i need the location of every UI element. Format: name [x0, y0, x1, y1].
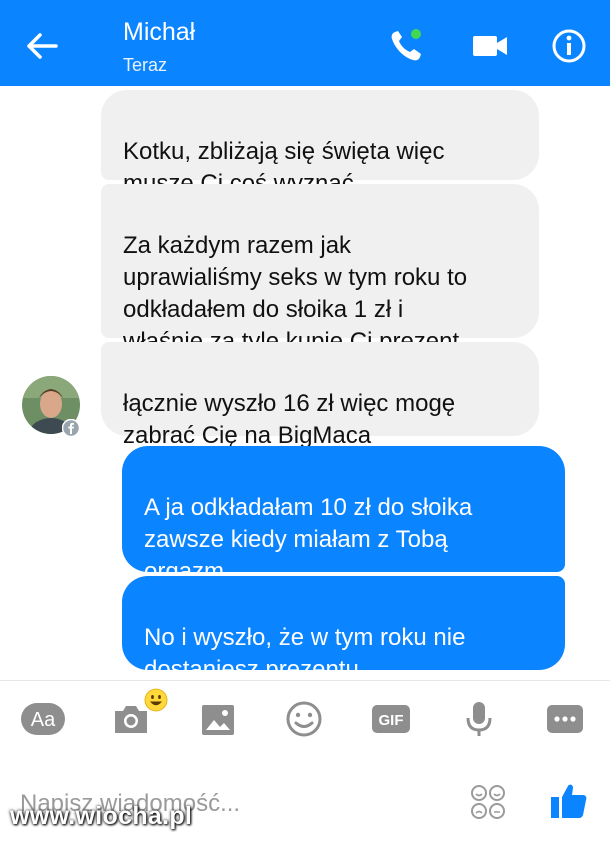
more-icon[interactable]	[545, 699, 585, 739]
phone-icon[interactable]	[386, 26, 426, 66]
message-bubble-outgoing[interactable]: No i wyszło, że w tym roku nie dostanies…	[122, 576, 565, 712]
message-bubble-incoming[interactable]: Za każdym razem jak uprawialiśmy seks w …	[101, 184, 539, 355]
composer-toolbar: Aa GIF	[0, 680, 610, 763]
gif-icon[interactable]: GIF	[370, 699, 412, 739]
thumbs-up-icon[interactable]	[548, 780, 590, 822]
image-icon[interactable]	[198, 699, 238, 739]
message-bubble-outgoing[interactable]: A ja odkładałam 10 zł do słoika zawsze k…	[122, 446, 565, 614]
text-format-label: Aa	[31, 709, 56, 731]
message-text: łącznie wyszło 16 zł więc mogę zabrać Ci…	[123, 390, 456, 449]
message-text: A ja odkładałam 10 zł do słoika zawsze k…	[144, 494, 473, 585]
contact-status: Teraz	[123, 55, 168, 75]
message-thread[interactable]: Kotku, zbliżają się święta więc muszę Ci…	[0, 86, 610, 712]
info-icon[interactable]	[549, 26, 589, 66]
microphone-icon[interactable]	[459, 699, 499, 739]
text-format-icon[interactable]: Aa	[20, 699, 66, 739]
camera-icon[interactable]	[111, 699, 151, 739]
video-camera-icon[interactable]	[470, 26, 510, 66]
message-text: Za każdym razem jak uprawialiśmy seks w …	[123, 232, 468, 355]
message-bubble-incoming[interactable]: łącznie wyszło 16 zł więc mogę zabrać Ci…	[101, 342, 539, 478]
gif-label: GIF	[379, 712, 404, 729]
facebook-badge-icon	[62, 419, 80, 437]
emoji-icon[interactable]	[284, 699, 324, 739]
chat-header: Michał Teraz	[0, 0, 610, 86]
watermark: www.wiocha.pl	[10, 802, 193, 830]
stickers-icon[interactable]	[468, 782, 508, 822]
message-bubble-incoming[interactable]: Kotku, zbliżają się święta więc muszę Ci…	[101, 90, 539, 197]
back-arrow-icon[interactable]	[22, 26, 62, 66]
message-text: No i wyszło, że w tym roku nie dostanies…	[144, 624, 466, 683]
contact-name[interactable]: Michał	[123, 18, 195, 47]
